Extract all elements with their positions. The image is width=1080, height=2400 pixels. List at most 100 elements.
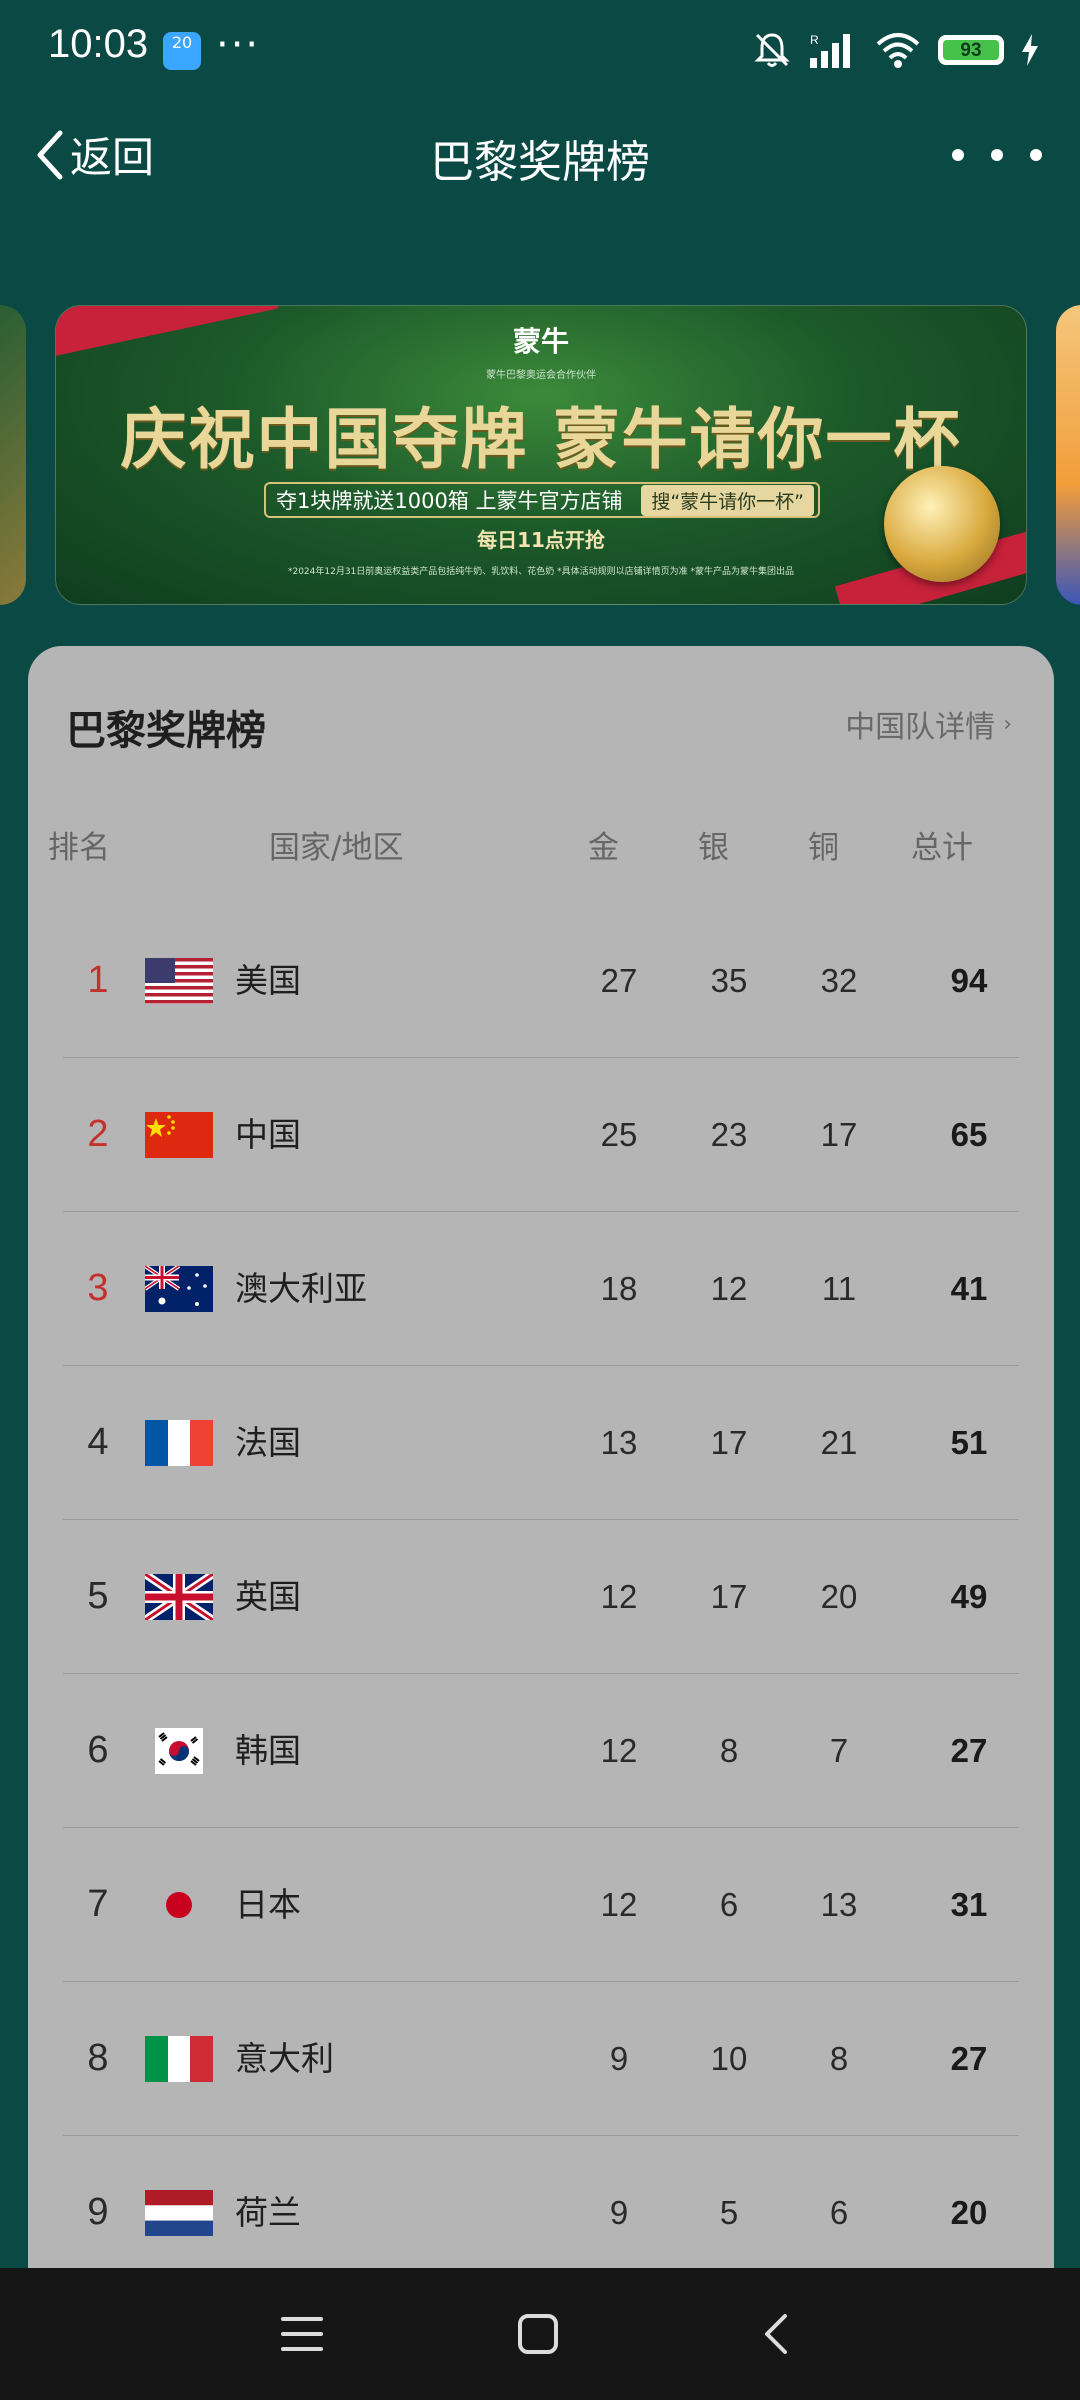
banner-search-tag: 搜“蒙牛请你一杯” xyxy=(641,484,814,516)
header-silver: 银 xyxy=(698,830,729,866)
back-triangle-icon xyxy=(765,2314,787,2354)
silver-count: 8 xyxy=(719,1732,739,1769)
menu-icon xyxy=(281,2317,323,2351)
silver-count: 6 xyxy=(719,1886,739,1923)
total-count: 27 xyxy=(950,2040,988,2077)
banner-time: 每日11点开抢 xyxy=(477,528,605,552)
total-count: 27 xyxy=(950,1732,988,1769)
gold-count: 12 xyxy=(600,1732,638,1769)
menu-button[interactable] xyxy=(272,2306,332,2362)
country-name: 荷兰 xyxy=(235,2193,301,2232)
medal-coin-icon xyxy=(884,466,1000,582)
table-row[interactable]: 6 韩国 12 8 7 27 xyxy=(63,1674,1019,1828)
table-row[interactable]: 2 中国 25 23 17 65 xyxy=(63,1058,1019,1212)
banner-subtitle: 蒙牛巴黎奥运会合作伙伴 xyxy=(486,370,596,381)
home-square-icon xyxy=(518,2314,558,2354)
rank: 9 xyxy=(87,2191,109,2233)
status-bar: 10:03 20 ··· R 93 xyxy=(0,0,1080,100)
country-name: 中国 xyxy=(235,1115,301,1154)
banner-promo: 夺1块牌就送1000箱 上蒙牛官方店铺 搜“蒙牛请你一杯” xyxy=(264,482,820,518)
silver-count: 17 xyxy=(710,1424,748,1461)
bronze-count: 32 xyxy=(820,962,858,999)
table-row[interactable]: 8 意大利 9 10 8 27 xyxy=(63,1982,1019,2136)
gold-count: 25 xyxy=(600,1116,638,1153)
more-dot-icon xyxy=(991,149,1003,161)
country-name: 韩国 xyxy=(235,1731,301,1770)
country-name: 英国 xyxy=(235,1577,301,1616)
table-row[interactable]: 9 荷兰 9 5 6 20 xyxy=(63,2136,1019,2289)
gold-count: 12 xyxy=(600,1578,638,1615)
page-title: 巴黎奖牌榜 xyxy=(430,137,650,188)
nav-back-button[interactable] xyxy=(746,2306,806,2362)
nl-flag-icon xyxy=(145,2190,213,2236)
gold-count: 13 xyxy=(600,1424,638,1461)
gold-count: 12 xyxy=(600,1886,638,1923)
rank: 6 xyxy=(87,1729,109,1771)
bronze-count: 13 xyxy=(820,1886,858,1923)
silver-count: 5 xyxy=(719,2194,739,2231)
app-header: 返回 巴黎奖牌榜 xyxy=(0,100,1080,210)
country-name: 意大利 xyxy=(235,2039,334,2078)
rank: 5 xyxy=(87,1575,109,1617)
us-flag-icon xyxy=(145,958,213,1004)
banner-prev-slide[interactable] xyxy=(0,305,26,605)
total-count: 31 xyxy=(950,1886,988,1923)
more-notifications-icon: ··· xyxy=(216,22,261,68)
card-title: 巴黎奖牌榜 xyxy=(66,708,266,754)
more-dot-icon xyxy=(1030,149,1042,161)
bronze-count: 8 xyxy=(829,2040,849,2077)
detail-link-label: 中国队详情 xyxy=(845,710,996,745)
rank: 3 xyxy=(87,1267,109,1309)
total-count: 94 xyxy=(950,962,988,999)
kr-flag-icon xyxy=(145,1728,213,1774)
svg-text:R: R xyxy=(810,33,819,47)
rank: 4 xyxy=(87,1421,109,1463)
medal-table-card: 巴黎奖牌榜 中国队详情 › 排名 国家/地区 金 银 铜 总计 1 美国 27 … xyxy=(28,646,1054,2386)
medal-rows: 1 美国 27 35 32 94 2 中国 25 23 17 65 3 澳大利亚… xyxy=(63,904,1019,2289)
wifi-icon xyxy=(876,33,920,68)
signal-icon: R xyxy=(810,33,850,68)
promo-banner[interactable]: 蒙牛 蒙牛巴黎奥运会合作伙伴 庆祝中国夺牌 蒙牛请你一杯 夺1块牌就送1000箱… xyxy=(55,305,1027,605)
country-name: 日本 xyxy=(235,1885,301,1924)
silver-count: 10 xyxy=(710,2040,748,2077)
more-dot-icon xyxy=(952,149,964,161)
table-row[interactable]: 7 日本 12 6 13 31 xyxy=(63,1828,1019,1982)
banner-next-slide[interactable] xyxy=(1056,305,1080,605)
country-name: 法国 xyxy=(235,1423,301,1462)
gold-count: 9 xyxy=(609,2040,629,2077)
table-row[interactable]: 1 美国 27 35 32 94 xyxy=(63,904,1019,1058)
cn-flag-icon xyxy=(145,1112,213,1158)
bronze-count: 7 xyxy=(829,1732,849,1769)
table-header: 排名 国家/地区 金 银 铜 总计 xyxy=(28,822,1054,872)
rank: 2 xyxy=(87,1113,109,1155)
charging-icon xyxy=(1022,34,1038,66)
country-name: 美国 xyxy=(235,961,301,1000)
header-total: 总计 xyxy=(911,830,973,866)
fr-flag-icon xyxy=(145,1420,213,1466)
bronze-count: 6 xyxy=(829,2194,849,2231)
total-count: 49 xyxy=(950,1578,988,1615)
it-flag-icon xyxy=(145,2036,213,2082)
more-options-button[interactable] xyxy=(952,130,1042,180)
table-row[interactable]: 5 英国 12 17 20 49 xyxy=(63,1520,1019,1674)
bronze-count: 20 xyxy=(820,1578,858,1615)
bronze-count: 17 xyxy=(820,1116,858,1153)
country-name: 澳大利亚 xyxy=(235,1269,367,1308)
bronze-count: 21 xyxy=(820,1424,858,1461)
battery-level: 93 xyxy=(943,40,999,61)
china-team-detail-link[interactable]: 中国队详情 › xyxy=(845,702,1012,746)
system-nav-bar xyxy=(0,2268,1080,2400)
calendar-notification-icon: 20 xyxy=(163,32,201,70)
total-count: 41 xyxy=(950,1270,988,1307)
chevron-right-icon: › xyxy=(1003,711,1012,737)
gold-count: 18 xyxy=(600,1270,638,1307)
au-flag-icon xyxy=(145,1266,213,1312)
silver-count: 35 xyxy=(710,962,748,999)
silver-count: 23 xyxy=(710,1116,748,1153)
header-rank: 排名 xyxy=(48,830,110,866)
silver-count: 12 xyxy=(710,1270,748,1307)
table-row[interactable]: 3 澳大利亚 18 12 11 41 xyxy=(63,1212,1019,1366)
table-row[interactable]: 4 法国 13 17 21 51 xyxy=(63,1366,1019,1520)
home-button[interactable] xyxy=(508,2306,568,2362)
rank: 7 xyxy=(87,1883,109,1925)
